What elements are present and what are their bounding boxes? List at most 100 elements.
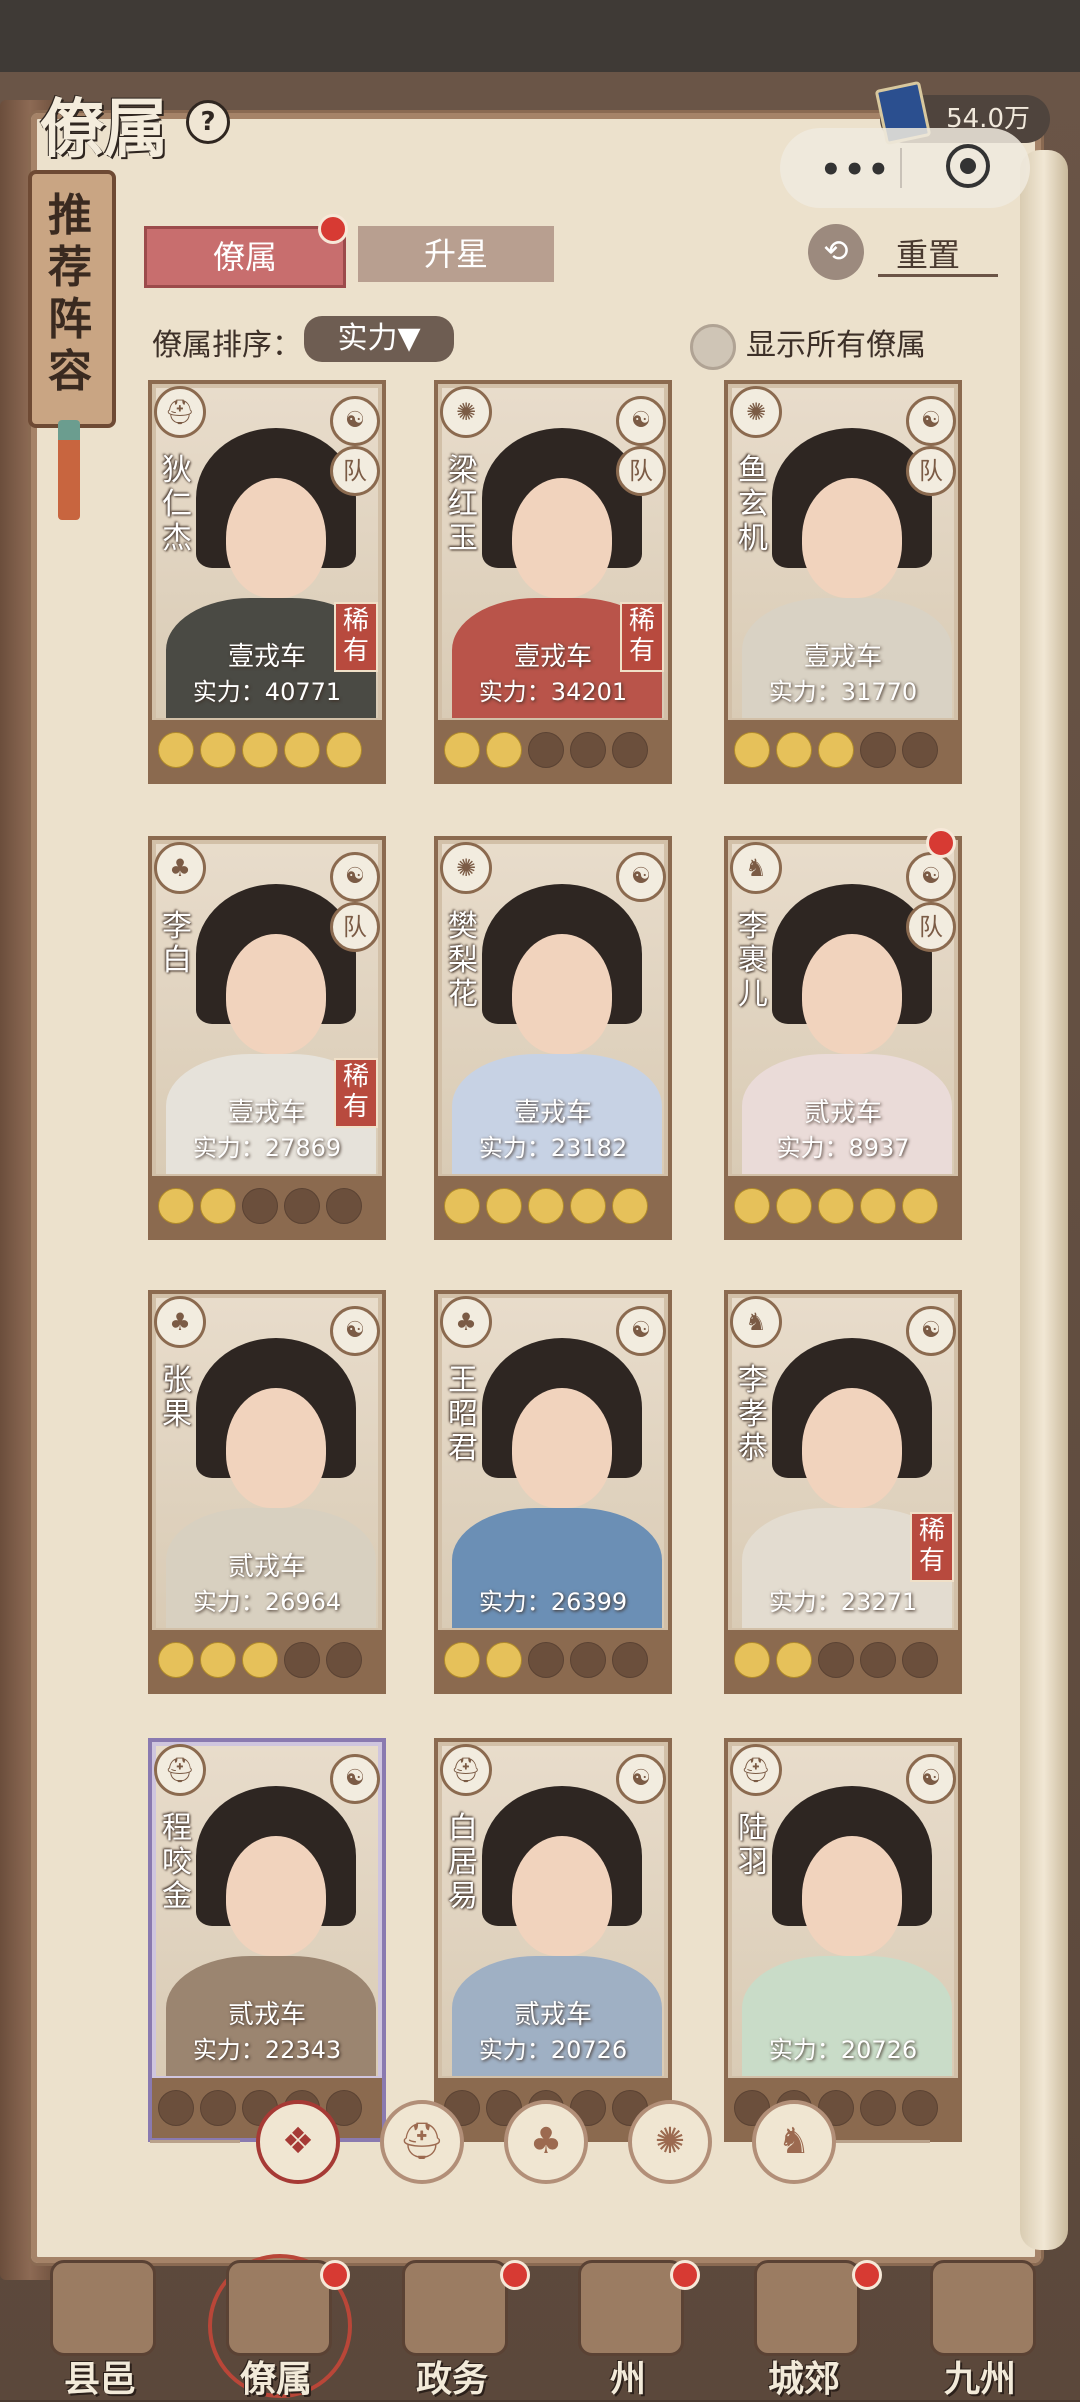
chariot-label: 贰戎车 — [227, 2000, 306, 2030]
moon-star-icon-filled — [158, 1642, 194, 1678]
class-icon: ⛑ — [730, 1744, 782, 1796]
divider-left — [150, 2140, 240, 2143]
faction-icon: ☯ — [330, 852, 380, 902]
diamond-icon: ❖ — [281, 2121, 315, 2162]
portrait-face — [226, 1836, 326, 1956]
moon-star-icon-empty — [200, 2090, 236, 2126]
retainer-name: 鱼玄机 — [738, 453, 768, 556]
retainer-card[interactable]: ✺ ☯ 樊梨花 壹戎车 实力：23182 — [434, 836, 672, 1240]
star-row — [734, 1642, 954, 1678]
class-icon: ⛑ — [440, 1744, 492, 1796]
retainer-card[interactable]: ♞ ☯ 李孝恭 稀有 实力：23271 — [724, 1290, 962, 1694]
retainer-name: 李白 — [162, 909, 192, 978]
portrait-face — [512, 1388, 612, 1508]
filter-beast-button[interactable]: ♞ — [752, 2100, 836, 2184]
moon-star-icon-empty — [860, 732, 896, 768]
chariot-label: 壹戎车 — [227, 642, 306, 672]
portrait-face — [226, 1388, 326, 1508]
retainer-card[interactable]: ♞ ☯ 队 李裹儿 贰戎车 实力：8937 — [724, 836, 962, 1240]
moon-star-icon-filled — [734, 1188, 770, 1224]
mini-program-capsule: ••• — [780, 128, 1030, 208]
reset-button[interactable]: ⟲ 重置 — [808, 224, 998, 280]
power-value: 实力：26399 — [478, 1588, 628, 1616]
nav-county[interactable]: 县邑 — [20, 2254, 180, 2400]
fan-icon: ✺ — [654, 2121, 686, 2162]
notification-dot — [318, 214, 348, 244]
filter-all-button[interactable]: ❖ — [256, 2100, 340, 2184]
close-program-icon[interactable] — [946, 144, 990, 188]
faction-icon: ☯ — [616, 396, 666, 446]
chariot-label: 贰戎车 — [513, 2000, 592, 2030]
moon-star-icon-empty — [326, 1188, 362, 1224]
moon-star-icon-filled — [158, 732, 194, 768]
sort-dropdown[interactable]: 实力▼ — [304, 316, 454, 362]
retainer-card[interactable]: ✺ ☯ 队梁红玉 稀有 壹戎车 实力：34201 — [434, 380, 672, 784]
recommend-lineup-label: 推荐阵容 — [48, 190, 92, 397]
moon-star-icon-filled — [444, 1188, 480, 1224]
moon-star-icon-filled — [776, 1188, 812, 1224]
moon-star-icon-filled — [444, 1642, 480, 1678]
retainer-name: 梁红玉 — [448, 453, 478, 556]
power-value: 实力：8937 — [776, 1134, 910, 1162]
retainer-card[interactable]: ♣ ☯ 队李白 稀有 壹戎车 实力：27869 — [148, 836, 386, 1240]
county-icon — [50, 2260, 156, 2356]
portrait-face — [512, 478, 612, 598]
portrait-face — [512, 1836, 612, 1956]
moon-star-icon-filled — [444, 732, 480, 768]
notification-dot — [926, 828, 956, 858]
filter-gourd-button[interactable]: ♣ — [504, 2100, 588, 2184]
retainer-card[interactable]: ⛑ ☯ 队狄仁杰 稀有 壹戎车 实力：40771 — [148, 380, 386, 784]
retainer-name: 张果 — [162, 1363, 192, 1432]
nav-nine-states[interactable]: 九州 — [900, 2254, 1060, 2400]
class-icon: ✺ — [440, 386, 492, 438]
moon-star-icon-filled — [818, 732, 854, 768]
retainer-name: 陆羽 — [738, 1811, 768, 1880]
retainer-name: 樊梨花 — [448, 909, 478, 1012]
portrait-face — [802, 1836, 902, 1956]
retainer-card[interactable]: ⛑ ☯ 程咬金 贰戎车 实力：22343 — [148, 1738, 386, 2142]
star-row — [444, 1642, 664, 1678]
power-value: 实力：31770 — [768, 678, 918, 706]
class-icon: ♞ — [730, 842, 782, 894]
power-value: 实力：23271 — [768, 1588, 918, 1616]
moon-star-icon-filled — [158, 1188, 194, 1224]
moon-star-icon-empty — [158, 2090, 194, 2126]
retainer-name: 程咬金 — [162, 1811, 192, 1914]
help-icon[interactable]: ? — [186, 100, 230, 144]
more-options-button[interactable]: ••• — [820, 150, 891, 190]
power-value: 实力：40771 — [192, 678, 342, 706]
class-icon: ♣ — [154, 1296, 206, 1348]
power-value: 实力：22343 — [192, 2036, 342, 2064]
retainer-card[interactable]: ✺ ☯ 队 鱼玄机 壹戎车 实力：31770 — [724, 380, 962, 784]
portrait-face — [802, 478, 902, 598]
reset-underline — [878, 274, 998, 277]
moon-star-icon-filled — [200, 1642, 236, 1678]
power-value: 实力：20726 — [478, 2036, 628, 2064]
moon-star-icon-filled — [242, 1642, 278, 1678]
retainer-name: 王昭君 — [448, 1363, 478, 1466]
chariot-label: 壹戎车 — [513, 1098, 592, 1128]
moon-star-icon-filled — [486, 1642, 522, 1678]
notification-dot — [670, 2260, 700, 2290]
faction-icon: ☯ — [906, 1306, 956, 1356]
chariot-label: 壹戎车 — [803, 642, 882, 672]
chariot-label: 壹戎车 — [227, 1098, 306, 1128]
filter-fan-button[interactable]: ✺ — [628, 2100, 712, 2184]
star-row — [444, 1188, 664, 1224]
tab-retainers[interactable]: 僚属 — [144, 226, 346, 288]
moon-star-icon-filled — [902, 1188, 938, 1224]
retainer-card[interactable]: ⛑ ☯ 陆羽 实力：20726 — [724, 1738, 962, 2142]
retainer-card[interactable]: ♣ ☯ 张果 贰戎车 实力：26964 — [148, 1290, 386, 1694]
moon-star-icon-empty — [326, 1642, 362, 1678]
moon-star-icon-filled — [486, 1188, 522, 1224]
tab-star-up[interactable]: 升星 — [358, 226, 554, 282]
show-all-toggle[interactable] — [690, 324, 736, 370]
retainer-card[interactable]: ♣ ☯ 王昭君 实力：26399 — [434, 1290, 672, 1694]
moon-star-icon-empty — [902, 1642, 938, 1678]
retainer-card[interactable]: ⛑ ☯ 白居易 贰戎车 实力：20726 — [434, 1738, 672, 2142]
nav-affairs-label: 政务 — [415, 2358, 488, 2400]
class-icon: ⛑ — [154, 386, 206, 438]
moon-star-icon-filled — [860, 1188, 896, 1224]
filter-helmet-button[interactable]: ⛑ — [380, 2100, 464, 2184]
star-row — [734, 732, 954, 768]
